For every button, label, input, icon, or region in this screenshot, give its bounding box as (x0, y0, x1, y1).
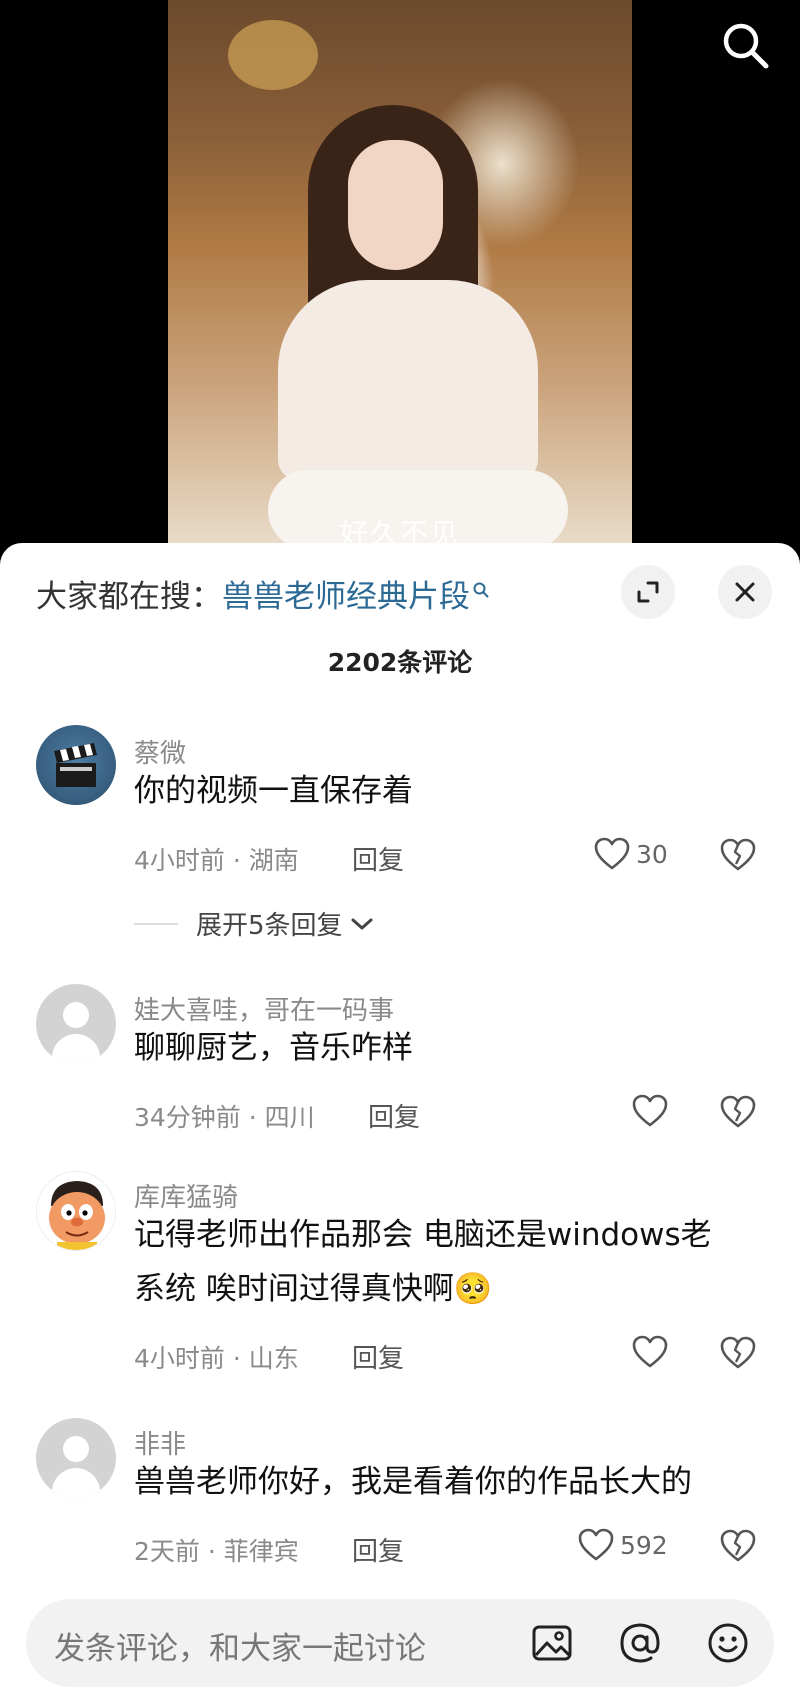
video-frame (168, 0, 632, 545)
hot-search-prefix: 大家都在搜： (36, 579, 222, 615)
close-button[interactable] (718, 565, 772, 619)
like-button[interactable]: 592 (578, 1528, 668, 1562)
comment-meta: 34分钟前 · 四川 (134, 1103, 315, 1132)
broken-heart-icon (720, 838, 756, 871)
like-button[interactable]: 30 (594, 837, 668, 871)
clapperboard-icon (54, 743, 97, 787)
default-avatar-body (52, 1034, 100, 1064)
user-name[interactable]: 非非 (134, 1424, 186, 1461)
chevron-down-icon (351, 918, 373, 929)
comment-meta: 2天前 · 菲律宾 (134, 1537, 299, 1566)
comment-text: 兽兽老师你好，我是看着你的作品长大的 (134, 1464, 692, 1500)
video-player[interactable]: 好久不见 (0, 0, 800, 560)
expand-button[interactable] (621, 565, 675, 619)
default-avatar-body (52, 1468, 100, 1498)
comment-meta: 4小时前 · 湖南 (134, 846, 299, 875)
hot-search-term[interactable]: 兽兽老师经典片段 (222, 579, 470, 615)
video-person-face (348, 140, 443, 270)
user-name[interactable]: 库库猛骑 (134, 1177, 238, 1214)
like-count: 592 (620, 1530, 668, 1560)
dislike-button[interactable] (720, 1529, 756, 1567)
comment-text: 聊聊厨艺，音乐咋样 (134, 1030, 413, 1066)
comments-sheet: 大家都在搜：兽兽老师经典片段 2202条评论 蔡微 你的视频一直保存着 4小时前… (0, 543, 800, 1704)
video-background-lamp (228, 20, 318, 90)
divider (134, 922, 178, 925)
like-button[interactable] (632, 1094, 668, 1128)
close-icon (735, 582, 755, 602)
like-button[interactable] (632, 1335, 668, 1369)
broken-heart-icon (720, 1095, 756, 1128)
heart-icon (578, 1528, 614, 1561)
emoji-button[interactable] (704, 1619, 752, 1667)
image-icon (532, 1625, 572, 1661)
default-avatar-head (63, 1436, 89, 1462)
reply-button[interactable]: 回复 (352, 840, 404, 877)
default-avatar-head (63, 1002, 89, 1028)
heart-icon (632, 1335, 668, 1368)
user-name[interactable]: 娃大喜哇，哥在一码事 (134, 990, 394, 1027)
image-button[interactable] (528, 1619, 576, 1667)
search-icon (723, 23, 769, 69)
search-icon (472, 571, 490, 607)
avatar[interactable] (36, 1171, 116, 1251)
video-person-body (278, 280, 538, 480)
mention-button[interactable] (616, 1619, 664, 1667)
dislike-button[interactable] (720, 1336, 756, 1374)
comment-count: 2202条评论 (327, 648, 473, 677)
reply-button[interactable]: 回复 (368, 1097, 420, 1134)
hot-search-bar[interactable]: 大家都在搜：兽兽老师经典片段 (36, 571, 490, 616)
broken-heart-icon (720, 1529, 756, 1562)
comment-input[interactable]: 发条评论，和大家一起讨论 (26, 1599, 774, 1687)
heart-icon (594, 837, 630, 870)
heart-icon (632, 1094, 668, 1127)
comment-text: 你的视频一直保存着 (134, 773, 413, 809)
comment-text: 记得老师出作品那会 电脑还是windows老 (134, 1217, 712, 1253)
expand-icon (637, 581, 659, 603)
avatar[interactable] (36, 984, 116, 1064)
broken-heart-icon (720, 1336, 756, 1369)
reply-button[interactable]: 回复 (352, 1338, 404, 1375)
cartoon-face-icon (37, 1172, 115, 1250)
expand-replies-button[interactable]: 展开5条回复 (134, 905, 375, 942)
user-name[interactable]: 蔡微 (134, 733, 186, 770)
at-icon (620, 1623, 660, 1663)
comment-input-placeholder: 发条评论，和大家一起讨论 (54, 1631, 426, 1667)
avatar[interactable] (36, 725, 116, 805)
like-count: 30 (636, 839, 668, 869)
dislike-button[interactable] (720, 1095, 756, 1133)
avatar[interactable] (36, 1418, 116, 1498)
expand-replies-label: 展开5条回复 (196, 911, 343, 941)
comment-text: 系统 唉时间过得真快啊🥺 (134, 1271, 493, 1307)
emoji-icon (708, 1623, 748, 1663)
dislike-button[interactable] (720, 838, 756, 876)
comment-meta: 4小时前 · 山东 (134, 1344, 299, 1373)
search-button[interactable] (718, 18, 774, 74)
reply-button[interactable]: 回复 (352, 1531, 404, 1568)
